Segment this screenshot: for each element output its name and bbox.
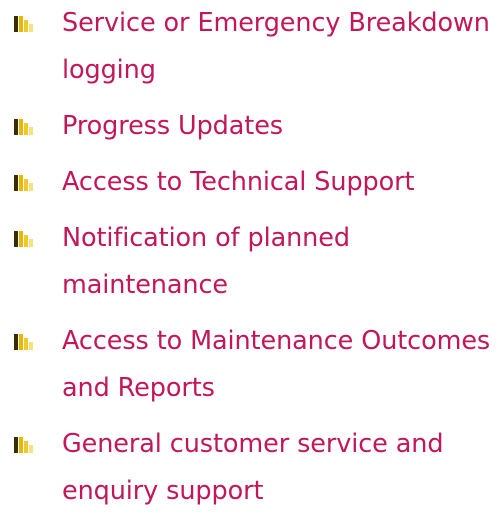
list-item: General customer service and enquiry sup… bbox=[0, 421, 499, 515]
list-item-text: Service or Emergency Breakdown logging bbox=[62, 8, 490, 85]
list-item-text: Access to Maintenance Outcomes and Repor… bbox=[62, 326, 491, 403]
list-item: Progress Updates bbox=[0, 103, 499, 150]
list-item: Access to Maintenance Outcomes and Repor… bbox=[0, 318, 499, 412]
list-item-text: Notification of planned maintenance bbox=[62, 223, 350, 300]
list-item-text: General customer service and enquiry sup… bbox=[62, 429, 444, 506]
service-list: Service or Emergency Breakdown logging P… bbox=[0, 0, 499, 524]
square-bullet-icon bbox=[14, 231, 33, 247]
list-item: Access to Technical Support bbox=[0, 159, 499, 206]
list-item-text: Access to Technical Support bbox=[62, 167, 415, 197]
list-item: Notification of planned maintenance bbox=[0, 215, 499, 309]
square-bullet-icon bbox=[14, 437, 33, 453]
list-item-text: Progress Updates bbox=[62, 111, 283, 141]
square-bullet-icon bbox=[14, 175, 33, 191]
square-bullet-icon bbox=[14, 334, 33, 350]
square-bullet-icon bbox=[14, 16, 33, 32]
square-bullet-icon bbox=[14, 119, 33, 135]
list-item: Service or Emergency Breakdown logging bbox=[0, 0, 499, 94]
